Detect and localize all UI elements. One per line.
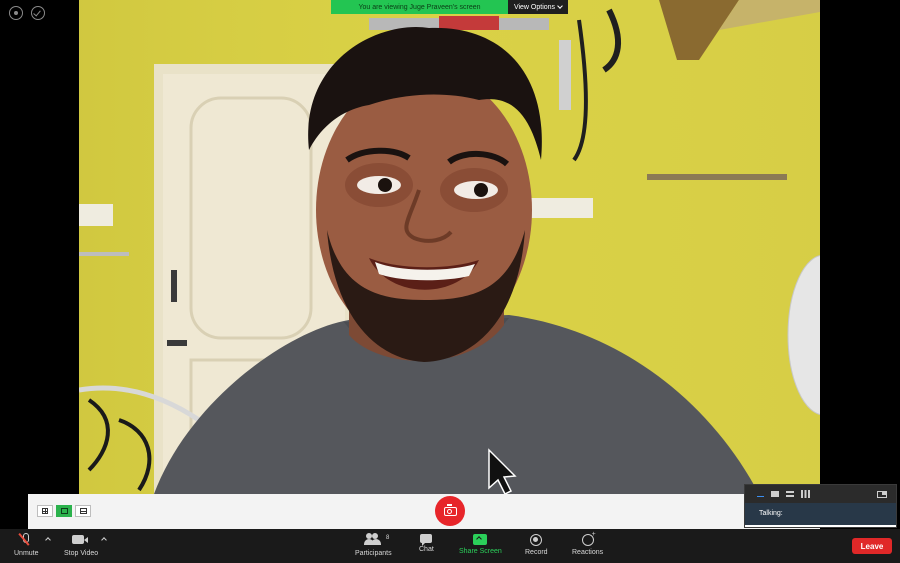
stop-video-label: Stop Video	[64, 550, 99, 557]
meeting-controls-bar	[0, 529, 900, 563]
view-options-button[interactable]: View Options	[508, 0, 568, 14]
share-screen-button[interactable]: Share Screen	[459, 533, 502, 555]
record-icon	[530, 534, 543, 546]
participants-label: Participants	[355, 550, 392, 557]
grid-icon	[42, 508, 48, 514]
viewing-banner: You are viewing Juge Praveen's screen Vi…	[331, 0, 568, 14]
participants-icon	[364, 533, 382, 547]
speaker-view-toggle[interactable]	[56, 505, 72, 517]
chat-icon	[420, 534, 433, 546]
share-screen-label: Share Screen	[459, 548, 502, 555]
video-camera-icon	[72, 535, 85, 544]
chat-button[interactable]: Chat	[419, 533, 434, 553]
shared-screen-view	[79, 0, 820, 494]
chat-label: Chat	[419, 546, 434, 553]
record-button[interactable]: Record	[525, 533, 548, 556]
share-screen-icon	[473, 534, 488, 545]
screen-icon	[61, 508, 68, 514]
camera-icon	[443, 503, 457, 516]
reactions-label: Reactions	[572, 549, 604, 556]
shared-screen-image	[79, 0, 820, 494]
side-by-side-toggle[interactable]	[75, 505, 91, 517]
video-camera-lens-icon	[84, 537, 89, 543]
view-mode-toggles	[37, 505, 91, 517]
record-label: Record	[525, 549, 548, 556]
security-shield-icon[interactable]	[31, 6, 45, 20]
minimize-icon[interactable]	[757, 495, 764, 498]
reactions-icon: +	[581, 531, 596, 546]
strip-view-icon[interactable]	[786, 491, 794, 497]
gallery-view-toggle[interactable]	[37, 505, 53, 517]
screen-share-strip	[28, 494, 820, 529]
unmute-button[interactable]: Unmute	[14, 533, 39, 557]
talking-indicator: Talking:	[745, 503, 896, 527]
mini-video-panel: Talking:	[744, 484, 897, 528]
participants-count: 8	[386, 535, 390, 541]
exit-fullscreen-icon[interactable]	[877, 490, 887, 498]
info-icon[interactable]	[9, 6, 23, 20]
unmute-label: Unmute	[14, 550, 39, 557]
stop-video-button[interactable]: Stop Video	[64, 533, 98, 557]
gallery-grid-icon[interactable]	[801, 490, 810, 498]
speaker-view-icon[interactable]	[771, 491, 779, 497]
split-icon	[80, 508, 87, 514]
view-options-label: View Options	[513, 3, 556, 11]
chevron-down-icon	[557, 2, 563, 9]
leave-button[interactable]: Leave	[852, 538, 892, 554]
viewing-banner-message: You are viewing Juge Praveen's screen	[331, 0, 508, 14]
snapshot-button[interactable]	[435, 496, 465, 526]
mini-panel-controls	[745, 485, 896, 503]
reactions-button[interactable]: + Reactions	[572, 531, 604, 556]
